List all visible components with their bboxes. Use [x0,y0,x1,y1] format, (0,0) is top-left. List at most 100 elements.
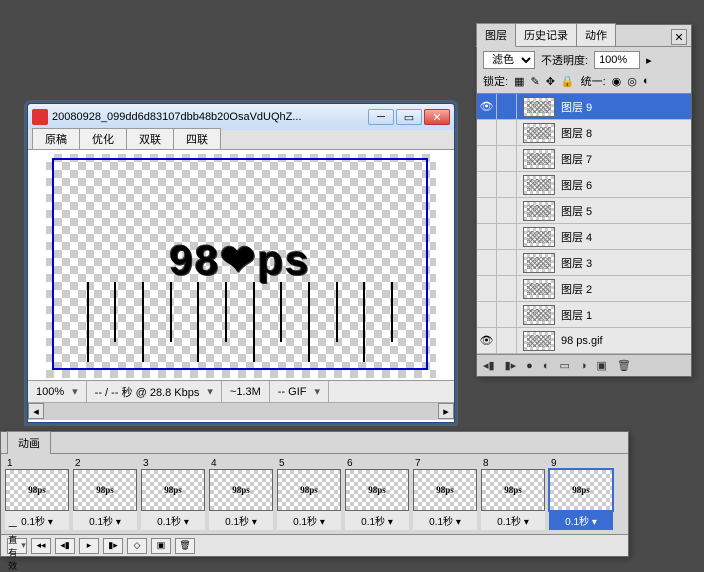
tab-original[interactable]: 原稿 [32,128,80,149]
frame-thumbnail[interactable]: 98ps [345,469,409,511]
prev-frame-icon[interactable]: ◂▮ [483,359,495,372]
tab-optimized[interactable]: 优化 [79,128,127,149]
frame-thumbnail[interactable]: 98ps [481,469,545,511]
layer-thumbnail[interactable] [523,201,555,221]
link-cell[interactable] [497,172,517,198]
frame-delay[interactable]: 0.1秒 ▾ [73,511,137,530]
slice-boundary[interactable]: 98❤ps [52,158,428,370]
download-time[interactable]: -- / -- 秒 @ 28.8 Kbps [87,381,222,402]
frame[interactable]: 398ps0.1秒 ▾ [141,458,205,530]
layer-thumbnail[interactable] [523,149,555,169]
fx-icon[interactable]: ● [526,360,533,372]
layer-thumbnail[interactable] [523,331,555,351]
frame[interactable]: 798ps0.1秒 ▾ [413,458,477,530]
frame-thumbnail[interactable]: 98ps [73,469,137,511]
lock-transparency-icon[interactable]: ▦ [514,75,524,88]
layer-row[interactable]: 图层 6 [477,172,691,198]
delete-frame-button[interactable]: 🗑 [175,538,195,554]
visibility-toggle[interactable]: 👁 [477,94,497,120]
unify-position-icon[interactable]: ◉ [612,75,622,88]
new-layer-icon[interactable]: ▣ [597,359,607,372]
link-cell[interactable] [497,328,517,354]
frame[interactable]: 698ps0.1秒 ▾ [345,458,409,530]
frame-delay[interactable]: 0.1秒 ▾ [345,511,409,530]
prev-frame-button[interactable]: ◂▮ [55,538,75,554]
visibility-toggle[interactable] [477,302,497,328]
panel-close-button[interactable]: ✕ [671,29,687,45]
frame-delay[interactable]: 0.1秒 ▾ [413,511,477,530]
layer-thumbnail[interactable] [523,305,555,325]
canvas[interactable]: 98❤ps [28,150,454,380]
next-frame-icon[interactable]: ▮▸ [505,359,517,372]
play-button[interactable]: ▸ [79,538,99,554]
frame-delay[interactable]: 0.1秒 ▾ [277,511,341,530]
titlebar[interactable]: 20080928_099dd6d83107dbb48b20OsaVdUQhZ..… [28,104,454,130]
layer-row[interactable]: 图层 8 [477,120,691,146]
visibility-toggle[interactable] [477,198,497,224]
visibility-toggle[interactable] [477,250,497,276]
layer-row[interactable]: 图层 5 [477,198,691,224]
tab-history[interactable]: 历史记录 [515,23,577,46]
layer-thumbnail[interactable] [523,97,555,117]
link-cell[interactable] [497,146,517,172]
visibility-toggle[interactable] [477,224,497,250]
tab-2up[interactable]: 双联 [126,128,174,149]
mask-icon[interactable]: ◐ [543,360,550,372]
visibility-toggle[interactable] [477,146,497,172]
folder-icon[interactable]: ▭ [559,359,569,372]
frame[interactable]: 998ps0.1秒 ▾ [549,458,613,530]
layer-row[interactable]: 👁图层 9 [477,94,691,120]
lock-brush-icon[interactable]: ✎ [530,75,539,88]
layer-row[interactable]: 图层 3 [477,250,691,276]
link-cell[interactable] [497,250,517,276]
layer-thumbnail[interactable] [523,279,555,299]
tab-animation[interactable]: 动画 [7,431,51,454]
trash-icon[interactable]: 🗑 [617,359,631,372]
frame-thumbnail[interactable]: 98ps [413,469,477,511]
frame-thumbnail[interactable]: 98ps [549,469,613,511]
frame[interactable]: 498ps0.1秒 ▾ [209,458,273,530]
frame-thumbnail[interactable]: 98ps [209,469,273,511]
frame-delay[interactable]: 0.1秒 ▾ [141,511,205,530]
layer-row[interactable]: 图层 7 [477,146,691,172]
frame[interactable]: 598ps0.1秒 ▾ [277,458,341,530]
blend-mode-select[interactable]: 滤色 [483,51,535,69]
lock-position-icon[interactable]: ✥ [546,75,555,88]
visibility-toggle[interactable] [477,172,497,198]
close-button[interactable]: ✕ [424,109,450,125]
chevron-down-icon[interactable]: ▸ [646,54,652,67]
layer-row[interactable]: 图层 2 [477,276,691,302]
maximize-button[interactable]: ▭ [396,109,422,125]
visibility-toggle[interactable] [477,120,497,146]
frame-thumbnail[interactable]: 98ps [5,469,69,511]
link-cell[interactable] [497,198,517,224]
layer-thumbnail[interactable] [523,175,555,195]
scroll-right-button[interactable]: ▸ [438,403,454,419]
link-cell[interactable] [497,276,517,302]
tab-actions[interactable]: 动作 [576,23,616,46]
zoom-dropdown[interactable]: 100% [28,381,87,402]
unify-visibility-icon[interactable]: ◎ [627,75,637,88]
tab-layers[interactable]: 图层 [476,23,516,47]
format-dropdown[interactable]: -- GIF [270,381,329,402]
unify-style-icon[interactable]: ◐ [643,75,650,87]
link-cell[interactable] [497,94,517,120]
layer-row[interactable]: 👁98 ps.gif [477,328,691,354]
layer-thumbnail[interactable] [523,227,555,247]
minimize-button[interactable]: ─ [368,109,394,125]
frame-thumbnail[interactable]: 98ps [141,469,205,511]
link-cell[interactable] [497,224,517,250]
adjustment-icon[interactable]: ◑ [580,360,587,372]
opacity-input[interactable] [594,51,640,69]
tween-button[interactable]: ◇ [127,538,147,554]
tab-4up[interactable]: 四联 [173,128,221,149]
first-frame-button[interactable]: ◂◂ [31,538,51,554]
frame[interactable]: 298ps0.1秒 ▾ [73,458,137,530]
layer-row[interactable]: 图层 4 [477,224,691,250]
lock-all-icon[interactable]: 🔒 [561,75,575,88]
layer-thumbnail[interactable] [523,253,555,273]
h-scrollbar[interactable]: ◂ ▸ [28,402,454,420]
frame-delay[interactable]: 0.1秒 ▾ [549,511,613,530]
link-cell[interactable] [497,120,517,146]
link-cell[interactable] [497,302,517,328]
